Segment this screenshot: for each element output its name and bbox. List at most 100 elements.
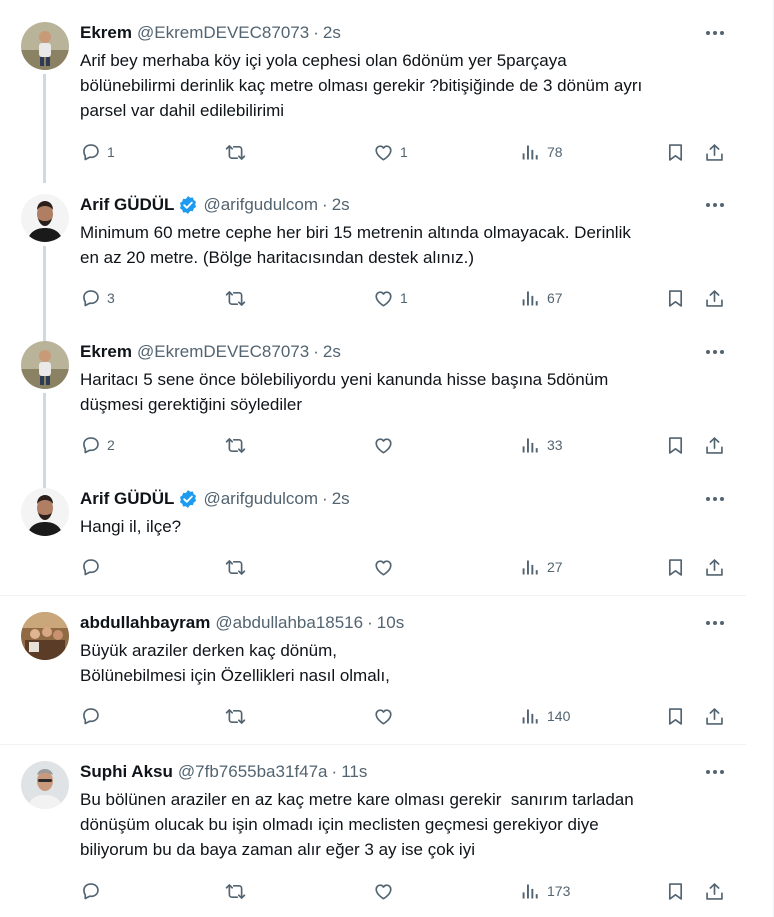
bookmark-button[interactable] xyxy=(665,140,686,164)
retweet-button[interactable] xyxy=(225,704,252,728)
reply-button[interactable]: 1 xyxy=(80,140,115,164)
bookmark-button[interactable] xyxy=(665,555,686,579)
view-count: 173 xyxy=(547,883,571,899)
more-icon[interactable] xyxy=(704,490,726,508)
author-name[interactable]: abdullahbayram xyxy=(80,613,210,633)
author-name[interactable]: Arif GÜDÜL xyxy=(80,489,174,509)
share-button[interactable] xyxy=(704,555,725,579)
retweet-button[interactable] xyxy=(225,286,252,310)
like-button[interactable] xyxy=(373,555,400,579)
tweet-text-line: Hangi il, ilçe? xyxy=(80,517,182,536)
thread-line xyxy=(43,246,46,341)
reply-button[interactable] xyxy=(80,704,107,728)
retweet-button[interactable] xyxy=(225,433,252,457)
author-handle[interactable]: @abdullahba18516 xyxy=(215,613,363,633)
like-button[interactable] xyxy=(373,433,400,457)
share-button[interactable] xyxy=(704,704,725,728)
author-handle[interactable]: @arifgudulcom xyxy=(203,489,318,509)
tweet[interactable]: Arif GÜDÜL @arifgudulcom · 2s Minimum 60… xyxy=(0,194,746,341)
bookmark-button[interactable] xyxy=(665,286,686,310)
share-button[interactable] xyxy=(704,140,725,164)
bookmark-button[interactable] xyxy=(665,433,686,457)
view-count: 33 xyxy=(547,437,563,453)
retweet-icon xyxy=(225,883,246,899)
author-name[interactable]: Arif GÜDÜL xyxy=(80,195,174,215)
tweet[interactable]: abdullahbayram @abdullahba18516 · 10s Bü… xyxy=(0,612,746,734)
views-button[interactable]: 140 xyxy=(520,704,570,728)
author-name[interactable]: Suphi Aksu xyxy=(80,762,173,782)
action-bar: 1 1 78 xyxy=(80,140,730,164)
views-button[interactable]: 67 xyxy=(520,286,563,310)
views-button[interactable]: 173 xyxy=(520,879,570,903)
avatar[interactable] xyxy=(21,194,69,242)
author-handle[interactable]: @7fb7655ba31f47a xyxy=(178,762,328,782)
timestamp[interactable]: 11s xyxy=(341,762,367,782)
tweet-text: Arif bey merhaba köy içi yola cephesi ol… xyxy=(80,48,730,123)
views-icon xyxy=(522,709,538,723)
bookmark-icon xyxy=(668,882,683,900)
timestamp[interactable]: 2s xyxy=(332,195,350,215)
more-icon[interactable] xyxy=(704,763,726,781)
views-button[interactable]: 33 xyxy=(520,433,563,457)
avatar-child-outdoor-icon xyxy=(21,22,69,70)
view-count: 140 xyxy=(547,708,571,724)
like-button[interactable] xyxy=(373,879,400,903)
timestamp[interactable]: 2s xyxy=(323,23,341,43)
author-handle[interactable]: @arifgudulcom xyxy=(203,195,318,215)
share-button[interactable] xyxy=(704,879,725,903)
tweet[interactable]: Suphi Aksu @7fb7655ba31f47a · 11s Bu böl… xyxy=(0,761,746,911)
view-count: 78 xyxy=(547,144,563,160)
share-button[interactable] xyxy=(704,433,725,457)
reply-icon xyxy=(83,143,99,160)
separator: · xyxy=(331,762,338,781)
retweet-button[interactable] xyxy=(225,140,252,164)
tweet-text-line: düşmesi gerektiğini söylediler xyxy=(80,395,303,414)
tweet-text-line: biliyorum bu da baya zaman alır eğer 3 a… xyxy=(80,840,475,859)
timestamp[interactable]: 2s xyxy=(332,489,350,509)
bookmark-icon xyxy=(668,558,683,576)
reply-button[interactable] xyxy=(80,555,107,579)
timestamp[interactable]: 10s xyxy=(377,613,404,633)
avatar[interactable] xyxy=(21,761,69,809)
more-icon[interactable] xyxy=(704,343,726,361)
more-icon[interactable] xyxy=(704,614,726,632)
more-icon[interactable] xyxy=(704,196,726,214)
retweet-button[interactable] xyxy=(225,555,252,579)
reply-button[interactable]: 3 xyxy=(80,286,115,310)
retweet-icon xyxy=(225,708,246,724)
separator: · xyxy=(322,489,328,508)
like-button[interactable]: 1 xyxy=(373,140,408,164)
tweet-text-line: Bölünebilmesi için Özellikleri nasıl olm… xyxy=(80,666,390,685)
reply-button[interactable]: 2 xyxy=(80,433,115,457)
tweet[interactable]: Ekrem @EkremDEVEC87073 · 2s Haritacı 5 s… xyxy=(0,341,746,488)
reply-count: 2 xyxy=(107,437,115,453)
tweet-text-line: Minimum 60 metre cephe her biri 15 metre… xyxy=(80,223,631,242)
avatar[interactable] xyxy=(21,22,69,70)
reply-icon xyxy=(83,436,99,453)
like-button[interactable] xyxy=(373,704,400,728)
bookmark-button[interactable] xyxy=(665,704,686,728)
tweet[interactable]: Arif GÜDÜL @arifgudulcom · 2s Hangi il, … xyxy=(0,488,746,593)
tweet-header: abdullahbayram @abdullahba18516 · 10s xyxy=(80,612,404,634)
author-handle[interactable]: @EkremDEVEC87073 xyxy=(137,23,309,43)
views-button[interactable]: 78 xyxy=(520,140,563,164)
timestamp[interactable]: 2s xyxy=(323,342,341,362)
avatar[interactable] xyxy=(21,612,69,660)
author-handle[interactable]: @EkremDEVEC87073 xyxy=(137,342,309,362)
more-icon[interactable] xyxy=(704,24,726,42)
avatar[interactable] xyxy=(21,341,69,389)
retweet-button[interactable] xyxy=(225,879,252,903)
tweet-text-line: Haritacı 5 sene önce bölebiliyordu yeni … xyxy=(80,370,609,389)
bookmark-button[interactable] xyxy=(665,879,686,903)
views-button[interactable]: 27 xyxy=(520,555,563,579)
tweet[interactable]: Ekrem @EkremDEVEC87073 · 2s Arif bey mer… xyxy=(0,22,746,183)
reply-button[interactable] xyxy=(80,879,107,903)
tweet-header: Arif GÜDÜL @arifgudulcom · 2s xyxy=(80,194,350,216)
views-icon xyxy=(522,884,538,898)
author-name[interactable]: Ekrem xyxy=(80,342,132,362)
share-button[interactable] xyxy=(704,286,725,310)
author-name[interactable]: Ekrem xyxy=(80,23,132,43)
like-button[interactable]: 1 xyxy=(373,286,408,310)
avatar[interactable] xyxy=(21,488,69,536)
tweet-text: Hangi il, ilçe? xyxy=(80,514,730,539)
